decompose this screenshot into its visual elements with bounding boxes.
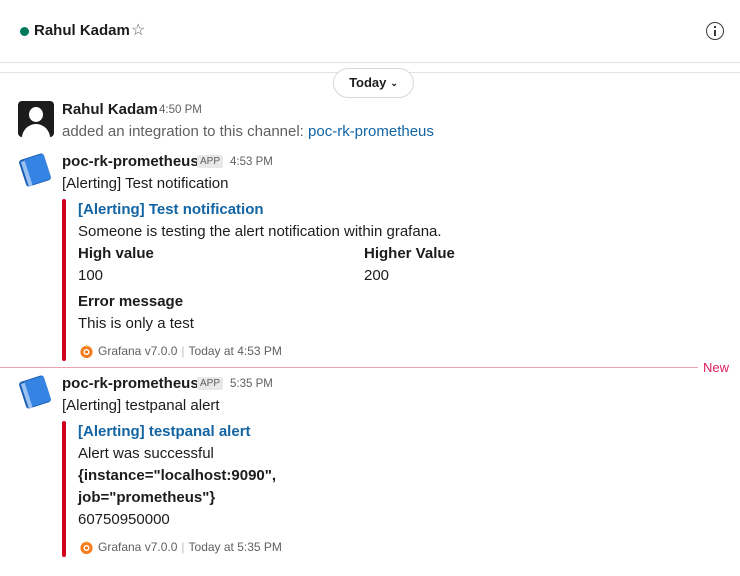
field-value: 200 [364, 267, 390, 284]
chevron-down-icon: ⌄ [390, 78, 398, 88]
field-value: This is only a test [78, 315, 194, 332]
notebook-icon[interactable] [18, 152, 54, 188]
attachment-body: Someone is testing the alert notificatio… [78, 223, 442, 240]
channel-header: Rahul Kadam ☆ [0, 0, 740, 63]
notebook-icon[interactable] [18, 374, 54, 410]
field-title: Error message [78, 293, 184, 310]
attachment-color-bar [62, 421, 66, 557]
metric-labels: {instance="localhost:9090", [78, 467, 277, 484]
grafana-icon [80, 540, 93, 555]
attachment-footer: Grafana v7.0.0 | Today at 4:53 PM [98, 344, 282, 358]
message-text: [Alerting] Test notification [62, 175, 229, 192]
integration-note: added an integration to this channel: [62, 123, 309, 140]
attachment-footer: Grafana v7.0.0 | Today at 5:35 PM [98, 540, 282, 554]
footer-timestamp[interactable]: Today at 5:35 PM [189, 540, 282, 554]
message-timestamp[interactable]: 4:50 PM [159, 104, 202, 116]
day-label: Today [349, 75, 387, 90]
attachment-title[interactable]: [Alerting] testpanal alert [78, 423, 251, 440]
field-title: Higher Value [364, 245, 455, 262]
attachment-color-bar [62, 199, 66, 361]
message-timestamp[interactable]: 4:53 PM [230, 156, 273, 168]
message-timestamp[interactable]: 5:35 PM [230, 378, 273, 390]
app-badge: APP [197, 377, 224, 390]
message-sender[interactable]: poc-rk-prometheus [62, 153, 199, 170]
grafana-icon [80, 344, 93, 359]
attachment-body: Alert was successful [78, 445, 214, 462]
field-value: 100 [78, 267, 104, 284]
message-text: added an integration to this channel: po… [62, 123, 434, 140]
footer-source: Grafana v7.0.0 [98, 344, 178, 358]
metric-labels: job="prometheus"} [78, 489, 216, 506]
new-messages-label: New [703, 360, 730, 375]
new-messages-divider [0, 367, 698, 368]
info-icon[interactable] [706, 22, 724, 40]
integration-link[interactable]: poc-rk-prometheus [308, 123, 434, 140]
message-sender[interactable]: Rahul Kadam [62, 101, 158, 118]
footer-source: Grafana v7.0.0 [98, 540, 178, 554]
presence-indicator [20, 27, 29, 36]
metric-value: 60750950000 [78, 511, 170, 528]
footer-timestamp[interactable]: Today at 4:53 PM [189, 344, 282, 358]
app-badge: APP [197, 155, 224, 168]
day-divider-button[interactable]: Today ⌄ [333, 68, 414, 98]
channel-title[interactable]: Rahul Kadam [34, 22, 130, 39]
message-text: [Alerting] testpanal alert [62, 397, 220, 414]
field-title: High value [78, 245, 154, 262]
message-sender[interactable]: poc-rk-prometheus [62, 375, 199, 392]
star-icon[interactable]: ☆ [131, 21, 145, 41]
attachment-title[interactable]: [Alerting] Test notification [78, 201, 264, 218]
avatar[interactable] [18, 101, 54, 137]
